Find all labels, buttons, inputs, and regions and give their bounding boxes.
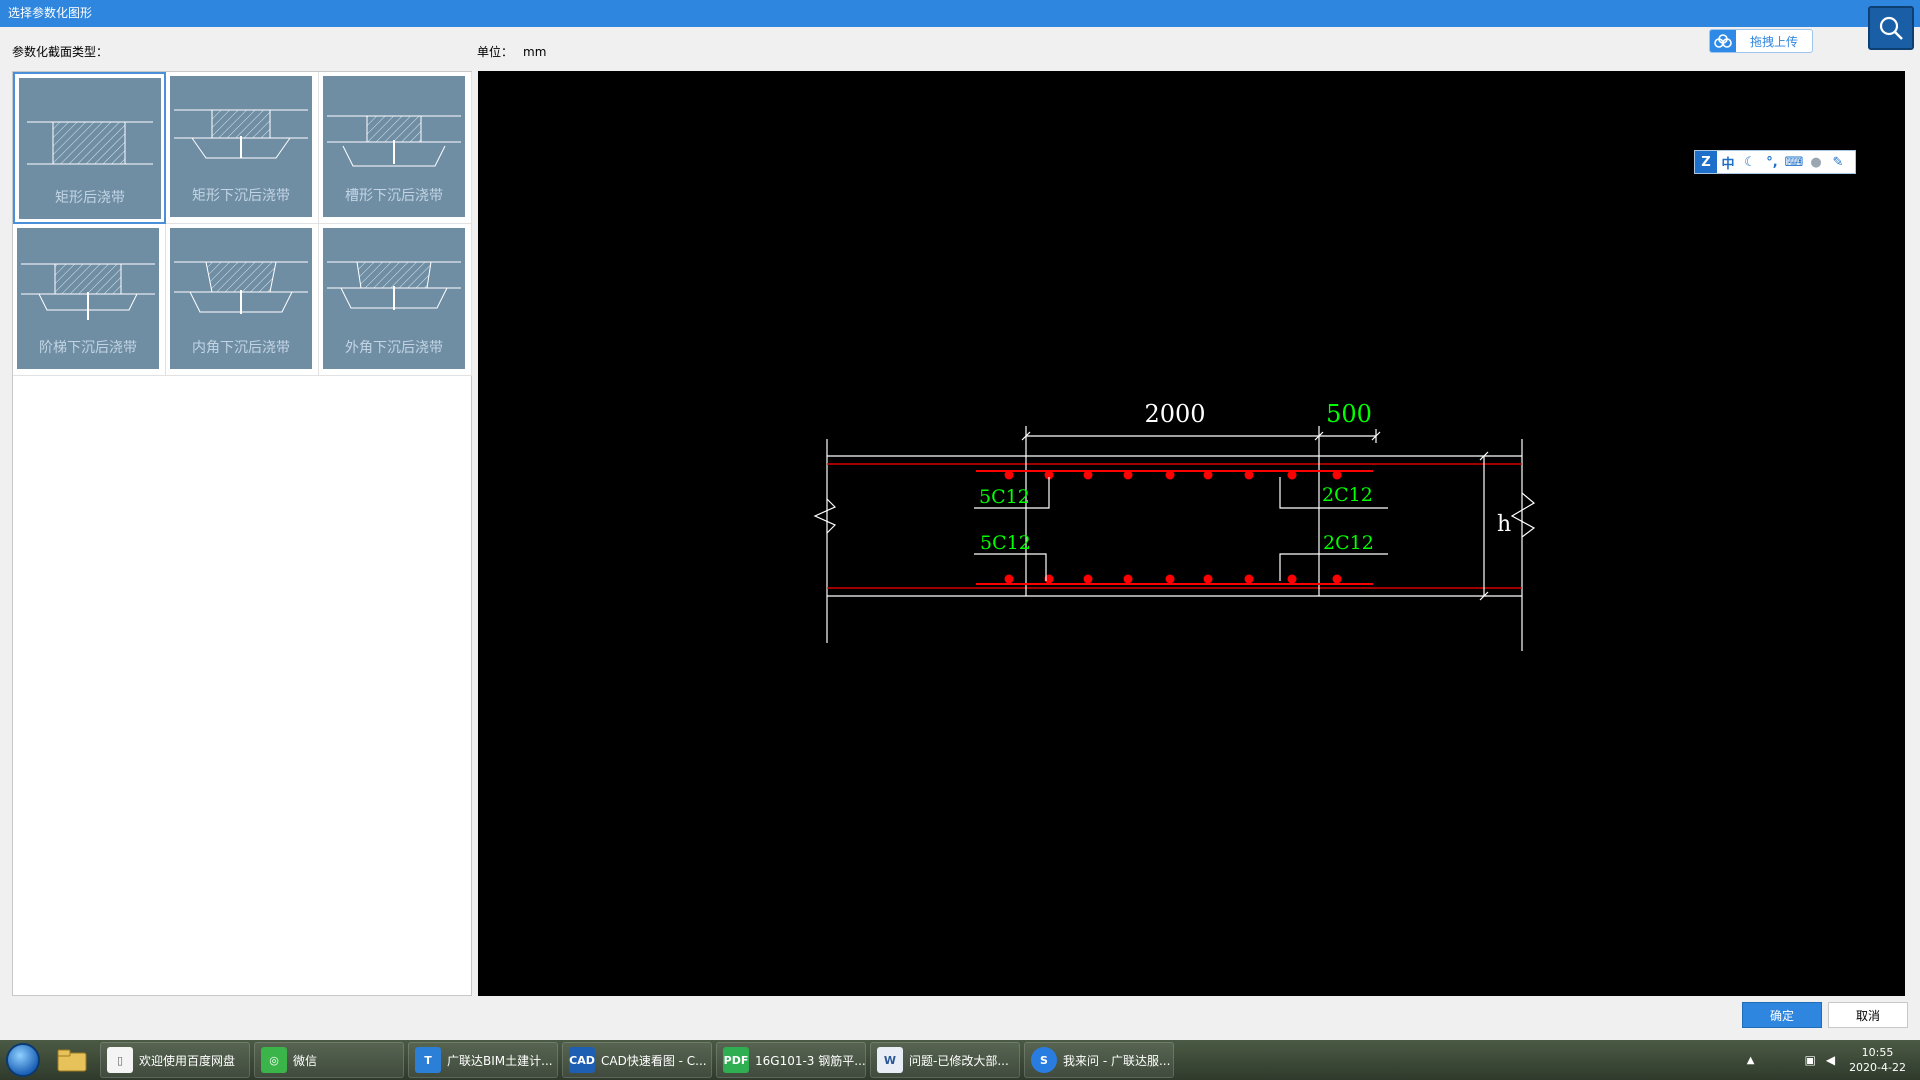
- taskbar-item-glodon-bim[interactable]: T 广联达BIM土建计...: [408, 1042, 558, 1078]
- wrench-icon[interactable]: ✎: [1827, 151, 1849, 173]
- taskbar: ▯ 欢迎使用百度网盘 ◎ 微信 T 广联达BIM土建计... CAD CAD快速…: [0, 1040, 1920, 1080]
- taskbar-item-label: CAD快速看图 - C...: [601, 1053, 707, 1068]
- windows-logo-icon: [6, 1043, 40, 1077]
- wechat-icon: ◎: [261, 1047, 287, 1073]
- taskbar-item-sogou-ask[interactable]: S 我来问 - 广联达服...: [1024, 1042, 1174, 1078]
- post-pour-section-drawing: 2000 500 h 5C12 2C12 5C12 2C12: [813, 400, 1536, 651]
- thumb-label: 内角下沉后浇带: [192, 340, 290, 356]
- thumb-outer-corner-sunken-post-pour[interactable]: 外角下沉后浇带: [319, 224, 472, 376]
- ime-toolbar[interactable]: Z 中 ☾ °, ⌨ ● ✎: [1694, 150, 1856, 174]
- thumb-rect-post-pour[interactable]: 矩形后浇带: [13, 72, 166, 224]
- thumb-groove-sunken-post-pour[interactable]: 槽形下沉后浇带: [319, 72, 472, 224]
- rebar-top-right-label: 2C12: [1322, 484, 1373, 506]
- cancel-button[interactable]: 取消: [1828, 1002, 1908, 1028]
- system-tray: ▲ ▣ ◀ 10:55 2020-4-22: [1680, 1040, 1920, 1080]
- thumb-label: 矩形后浇带: [55, 190, 125, 206]
- taskbar-item-pdf[interactable]: PDF 16G101-3 钢筋平...: [716, 1042, 866, 1078]
- taskbar-item-label: 我来问 - 广联达服...: [1063, 1053, 1171, 1068]
- ok-button[interactable]: 确定: [1742, 1002, 1822, 1028]
- glodon-icon: T: [415, 1047, 441, 1073]
- cloud-icon: [1710, 30, 1736, 52]
- ime-mode-toggle[interactable]: 中: [1717, 151, 1739, 173]
- drawing-canvas[interactable]: 2000 500 h 5C12 2C12 5C12 2C12: [478, 71, 1905, 996]
- taskbar-item-word[interactable]: W 问题-已修改大部...: [870, 1042, 1020, 1078]
- window-title: 选择参数化图形: [0, 0, 1920, 27]
- search-icon: [1879, 16, 1903, 40]
- show-hidden-icons-icon[interactable]: ▲: [1747, 1055, 1755, 1066]
- rebar-bottom-left-label: 5C12: [980, 532, 1031, 554]
- clock-time: 10:55: [1861, 1046, 1894, 1059]
- thumb-label: 矩形下沉后浇带: [192, 188, 290, 204]
- dimension-width-text: 2000: [1144, 400, 1205, 428]
- moon-icon[interactable]: ☾: [1739, 151, 1761, 173]
- cad-icon: CAD: [569, 1047, 595, 1073]
- thumb-label: 外角下沉后浇带: [345, 340, 443, 356]
- thumb-inner-corner-sunken-post-pour[interactable]: 内角下沉后浇带: [166, 224, 319, 376]
- ime-logo-icon[interactable]: Z: [1695, 151, 1717, 173]
- dimension-extend-text: 500: [1326, 400, 1372, 428]
- taskbar-item-label: 问题-已修改大部...: [909, 1053, 1009, 1068]
- punctuation-icon[interactable]: °,: [1761, 151, 1783, 173]
- height-label: h: [1497, 512, 1511, 537]
- start-button[interactable]: [0, 1040, 46, 1080]
- sogou-icon: S: [1031, 1047, 1057, 1073]
- section-type-list: 矩形后浇带 矩形下沉后浇带 槽形下沉后浇带 阶梯下沉后浇带 内角下沉后浇带 外角…: [12, 71, 472, 996]
- taskbar-item-wechat[interactable]: ◎ 微信: [254, 1042, 404, 1078]
- network-icon[interactable]: ▣: [1804, 1053, 1815, 1067]
- taskbar-item-baidu-netdisk[interactable]: ▯ 欢迎使用百度网盘: [100, 1042, 250, 1078]
- thumb-label: 槽形下沉后浇带: [345, 188, 443, 204]
- section-type-label: 参数化截面类型：: [12, 45, 109, 59]
- volume-icon[interactable]: ◀: [1826, 1053, 1835, 1067]
- taskbar-item-label: 微信: [293, 1053, 318, 1068]
- clock[interactable]: 10:55 2020-4-22: [1849, 1045, 1906, 1075]
- taskbar-item-label: 欢迎使用百度网盘: [139, 1053, 236, 1068]
- clock-date: 2020-4-22: [1849, 1061, 1906, 1074]
- rebar-bottom-right-label: 2C12: [1323, 532, 1374, 554]
- word-icon: W: [877, 1047, 903, 1073]
- keyboard-icon[interactable]: ⌨: [1783, 151, 1805, 173]
- taskbar-item-label: 广联达BIM土建计...: [447, 1053, 553, 1068]
- thumb-rect-sunken-post-pour[interactable]: 矩形下沉后浇带: [166, 72, 319, 224]
- folder-icon: [57, 1049, 87, 1072]
- thumb-label: 阶梯下沉后浇带: [39, 340, 137, 356]
- search-button[interactable]: [1868, 6, 1914, 50]
- file-explorer-button[interactable]: [46, 1042, 98, 1078]
- drag-upload-button[interactable]: 拖拽上传: [1709, 29, 1813, 53]
- user-icon[interactable]: ●: [1805, 151, 1827, 173]
- taskbar-item-label: 16G101-3 钢筋平...: [755, 1053, 866, 1068]
- unit-value: mm: [523, 45, 547, 59]
- pdf-icon: PDF: [723, 1047, 749, 1073]
- upload-label: 拖拽上传: [1749, 34, 1798, 49]
- taskbar-item-cad-viewer[interactable]: CAD CAD快速看图 - C...: [562, 1042, 712, 1078]
- unit-caption: 单位：: [477, 45, 514, 59]
- document-icon: ▯: [107, 1047, 133, 1073]
- unit-label: 单位： mm: [477, 43, 546, 60]
- rebar-top-left-label: 5C12: [979, 486, 1030, 508]
- thumb-step-sunken-post-pour[interactable]: 阶梯下沉后浇带: [13, 224, 166, 376]
